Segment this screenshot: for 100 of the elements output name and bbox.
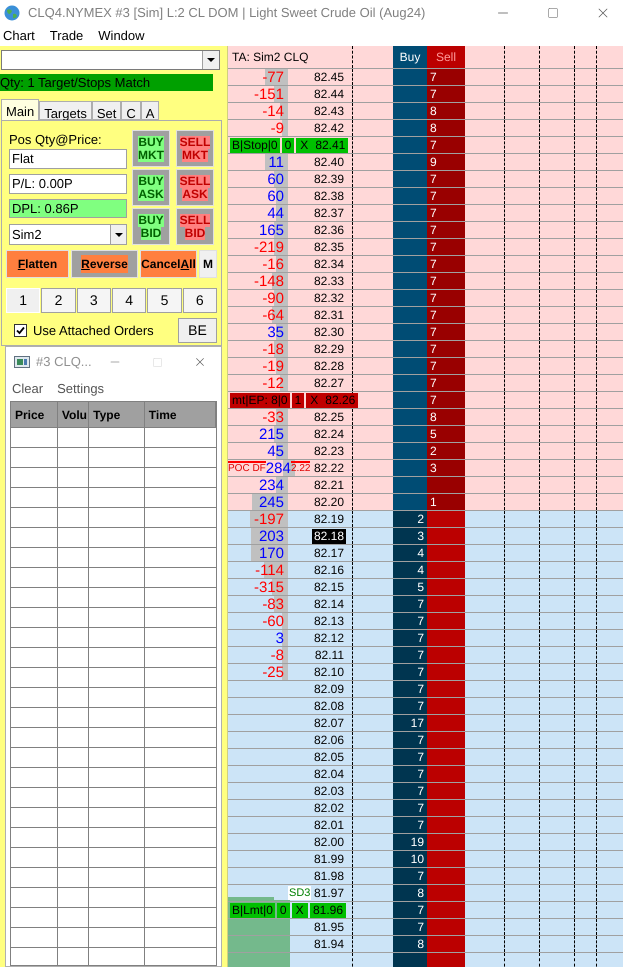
buy-quantity[interactable]: 3: [417, 527, 424, 545]
tab[interactable]: Set: [92, 101, 122, 120]
price-cell[interactable]: 82.09: [312, 682, 346, 696]
price-cell[interactable]: 82.23: [312, 444, 346, 458]
price-cell[interactable]: 82.14: [312, 596, 346, 612]
price-cell[interactable]: 82.10: [312, 664, 346, 680]
sell-quantity[interactable]: 8: [430, 408, 437, 426]
price-cell[interactable]: 82.17: [312, 546, 346, 560]
sell-quantity[interactable]: 9: [430, 153, 437, 171]
price-cell[interactable]: 82.34: [312, 256, 346, 272]
buy-quantity[interactable]: 7: [417, 748, 424, 766]
account-combobox[interactable]: [1, 50, 220, 70]
menu-item[interactable]: Settings: [57, 379, 104, 399]
quantity-button[interactable]: 2: [41, 288, 76, 313]
price-cell[interactable]: 82.42: [312, 120, 346, 136]
price-cell[interactable]: 82.43: [312, 104, 346, 118]
account-select[interactable]: Sim2: [9, 224, 127, 245]
action-button[interactable]: Reverse: [71, 250, 138, 278]
column-header[interactable]: Price: [11, 402, 58, 427]
sell-quantity[interactable]: 7: [430, 357, 437, 375]
sell-quantity[interactable]: 7: [430, 238, 437, 256]
price-cell[interactable]: 81.96: [310, 902, 346, 918]
price-cell[interactable]: 82.19: [312, 512, 346, 526]
sell-quantity[interactable]: 3: [430, 459, 437, 477]
price-cell[interactable]: 82.35: [312, 240, 346, 254]
price-cell[interactable]: 82.33: [312, 274, 346, 288]
sell-quantity[interactable]: 1: [430, 493, 437, 511]
buy-quantity[interactable]: 8: [417, 884, 424, 902]
buy-quantity[interactable]: 7: [417, 799, 424, 817]
sell-quantity[interactable]: 7: [430, 374, 437, 392]
sell-quantity[interactable]: 7: [430, 391, 437, 409]
buy-quantity[interactable]: 7: [417, 646, 424, 664]
price-cell[interactable]: 81.94: [312, 936, 346, 952]
price-cell[interactable]: 82.28: [312, 358, 346, 374]
order-label[interactable]: B|Stop|0: [230, 138, 280, 152]
column-header[interactable]: Type: [89, 402, 145, 427]
sell-quantity[interactable]: 7: [430, 85, 437, 103]
sell-quantity[interactable]: 7: [430, 272, 437, 290]
price-cell[interactable]: 82.22: [312, 460, 346, 476]
price-cell[interactable]: 82.41: [312, 138, 348, 152]
price-cell[interactable]: 81.95: [312, 920, 346, 934]
sell-quantity[interactable]: 7: [430, 289, 437, 307]
price-cell[interactable]: 82.40: [312, 154, 346, 170]
price-cell[interactable]: 82.12: [312, 630, 346, 646]
price-cell[interactable]: 82.27: [312, 376, 346, 390]
order-button[interactable]: BUY MKT: [132, 130, 170, 167]
buy-column[interactable]: [393, 69, 427, 511]
sell-column[interactable]: [427, 69, 465, 511]
price-cell[interactable]: 82.36: [312, 222, 346, 238]
quantity-button[interactable]: 4: [112, 288, 146, 313]
sell-quantity[interactable]: 8: [430, 102, 437, 120]
price-cell[interactable]: 82.04: [312, 766, 346, 782]
sell-quantity[interactable]: 7: [430, 221, 437, 239]
price-cell[interactable]: 82.21: [312, 478, 346, 492]
sell-quantity[interactable]: 7: [430, 136, 437, 154]
quantity-button[interactable]: 1: [6, 288, 40, 313]
action-button[interactable]: Flatten: [6, 250, 69, 278]
column-header[interactable]: Time: [144, 402, 216, 427]
sell-quantity[interactable]: 8: [430, 119, 437, 137]
action-button[interactable]: M: [199, 250, 217, 278]
buy-quantity[interactable]: 10: [410, 850, 424, 868]
tab[interactable]: C: [121, 101, 141, 120]
buy-quantity[interactable]: 4: [417, 561, 424, 579]
price-cell[interactable]: 82.44: [312, 86, 346, 102]
price-cell[interactable]: 81.98: [312, 868, 346, 884]
buy-quantity[interactable]: 4: [417, 544, 424, 562]
buy-quantity[interactable]: 7: [417, 765, 424, 783]
checkbox[interactable]: [14, 324, 27, 337]
price-cell[interactable]: 82.29: [312, 342, 346, 356]
buy-quantity[interactable]: 19: [410, 833, 424, 851]
price-cell[interactable]: 82.01: [312, 818, 346, 832]
buy-quantity[interactable]: 7: [417, 782, 424, 800]
buy-header[interactable]: Buy: [393, 46, 427, 68]
price-cell[interactable]: 82.25: [312, 410, 346, 424]
price-cell[interactable]: 82.20: [312, 494, 346, 510]
price-cell[interactable]: 82.16: [312, 562, 346, 578]
tab[interactable]: Targets: [39, 101, 92, 120]
action-button[interactable]: CancelAll: [140, 250, 197, 278]
buy-quantity[interactable]: 7: [417, 697, 424, 715]
buy-quantity[interactable]: 7: [417, 918, 424, 936]
quantity-button[interactable]: 6: [182, 288, 217, 313]
price-cell[interactable]: 82.31: [312, 308, 346, 322]
price-cell[interactable]: 82.08: [312, 698, 346, 714]
price-cell[interactable]: 82.18: [312, 528, 346, 544]
buy-quantity[interactable]: 2: [417, 510, 424, 528]
maximize-icon[interactable]: [547, 7, 559, 19]
quantity-button[interactable]: 5: [147, 288, 182, 313]
menu-item[interactable]: Trade: [46, 26, 86, 46]
buy-column[interactable]: [393, 511, 427, 967]
price-cell[interactable]: 82.02: [312, 800, 346, 816]
buy-quantity[interactable]: 5: [417, 578, 424, 596]
cancel-order-button[interactable]: X: [296, 138, 312, 152]
price-cell[interactable]: 82.00: [312, 834, 346, 850]
sell-quantity[interactable]: 7: [430, 170, 437, 188]
price-cell[interactable]: 82.30: [312, 324, 346, 340]
price-cell[interactable]: 82.24: [312, 426, 346, 442]
price-cell[interactable]: 82.11: [312, 648, 346, 662]
price-cell[interactable]: 82.07: [312, 716, 346, 730]
order-button[interactable]: BUY ASK: [132, 169, 170, 206]
order-button[interactable]: BUY BID: [132, 208, 170, 245]
